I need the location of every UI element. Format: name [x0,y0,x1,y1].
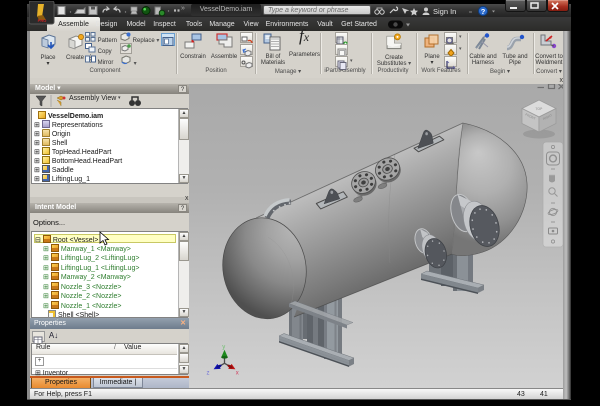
svg-text:Sign In: Sign In [433,7,456,16]
svg-text:TOP: TOP [535,107,543,111]
svg-text:?: ? [481,7,486,16]
svg-text:PRO: PRO [38,18,47,23]
svg-text:y: y [222,345,225,351]
svg-text:z: z [207,371,210,377]
svg-text:x: x [236,371,239,377]
